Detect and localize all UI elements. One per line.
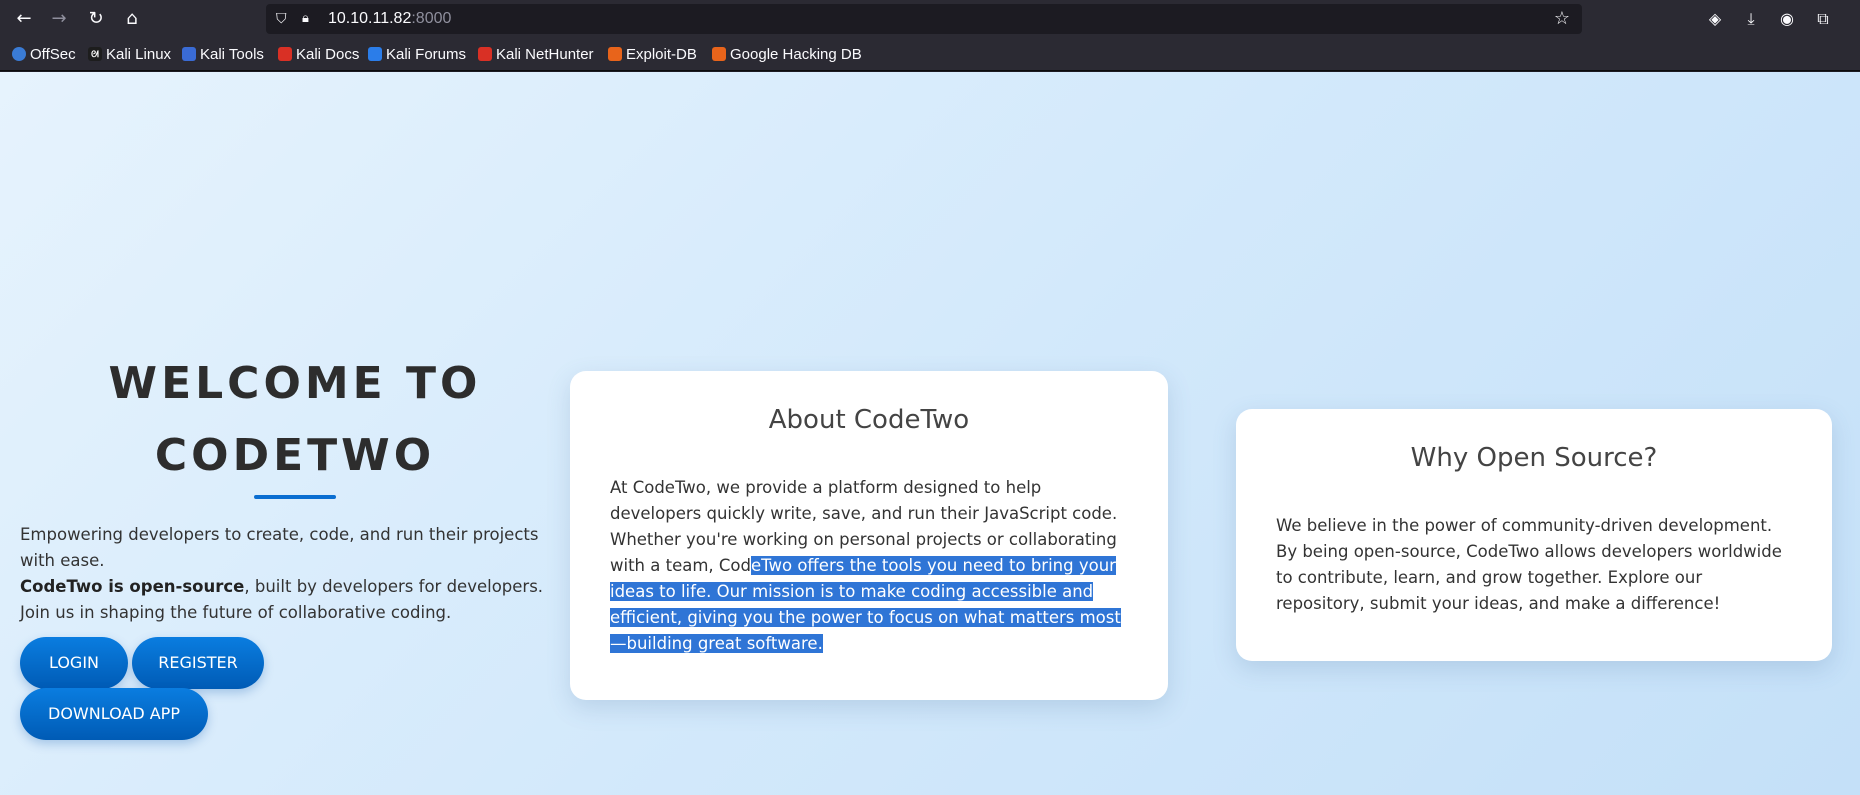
hero-line2: CodeTwo is open-source, built by develop… <box>20 574 576 626</box>
bookmark-star-icon[interactable]: ☆ <box>1554 8 1570 30</box>
bookmark-label: Google Hacking DB <box>730 45 862 63</box>
hero-title-line2: CODETWO <box>154 430 436 481</box>
bookmark-label: Kali Tools <box>200 45 264 63</box>
bookmark-label: Kali Linux <box>106 45 172 63</box>
kali-tools-icon <box>182 47 196 61</box>
hero-title: WELCOME TO CODETWO <box>60 348 530 492</box>
bookmark-kali-docs[interactable]: Kali Docs <box>278 44 359 64</box>
hero-underline <box>254 495 336 499</box>
page-viewport: WELCOME TO CODETWO Empowering developers… <box>0 72 1860 795</box>
exploit-db-icon <box>608 47 622 61</box>
bookmark-label: OffSec <box>30 45 76 63</box>
lock-icon[interactable]: 🔒︎ <box>302 10 316 28</box>
bookmark-label: Exploit-DB <box>626 45 697 63</box>
pocket-icon[interactable]: ◈ <box>1704 8 1726 30</box>
why-title: Why Open Source? <box>1410 443 1658 473</box>
offsec-icon <box>12 47 26 61</box>
account-icon[interactable]: ◉ <box>1776 8 1798 30</box>
bookmark-google-hacking-db[interactable]: Google Hacking DB <box>712 44 862 64</box>
bookmark-exploit-db[interactable]: Exploit-DB <box>608 44 697 64</box>
about-card: About CodeTwo At CodeTwo, we provide a p… <box>570 371 1168 700</box>
bookmark-kali-linux[interactable]: ᘛ Kali Linux <box>88 44 171 64</box>
kali-nethunter-icon <box>478 47 492 61</box>
shield-icon[interactable]: ⛉ <box>276 10 292 28</box>
bookmark-label: Kali NetHunter <box>496 45 594 63</box>
extensions-icon[interactable]: ⧉ <box>1812 8 1834 30</box>
hero-bold-text: CodeTwo is open-source <box>20 577 245 596</box>
about-title: About CodeTwo <box>768 405 970 435</box>
why-open-source-card: Why Open Source? We believe in the power… <box>1236 409 1832 661</box>
bookmark-kali-forums[interactable]: Kali Forums <box>368 44 466 64</box>
kali-dragon-icon: ᘛ <box>88 47 102 61</box>
reload-icon[interactable]: ↻ <box>84 7 108 31</box>
register-button[interactable]: REGISTER <box>132 637 264 689</box>
kali-forums-icon <box>368 47 382 61</box>
bookmarks-bar: OffSec ᘛ Kali Linux Kali Tools Kali Docs… <box>0 38 1860 71</box>
browser-toolbar: ← → ↻ ⌂ ⛉ 🔒︎ 10.10.11.82:8000 ☆ ◈ ⤓ ◉ ⧉ <box>0 0 1860 38</box>
url-bar[interactable]: ⛉ 🔒︎ 10.10.11.82:8000 ☆ <box>266 4 1582 34</box>
bookmark-kali-nethunter[interactable]: Kali NetHunter <box>478 44 594 64</box>
bookmark-label: Kali Docs <box>296 45 360 63</box>
back-icon[interactable]: ← <box>12 7 36 31</box>
download-icon[interactable]: ⤓ <box>1740 8 1762 30</box>
bookmark-offsec[interactable]: OffSec <box>12 44 76 64</box>
hero-line1: Empowering developers to create, code, a… <box>20 525 539 570</box>
download-app-button[interactable]: DOWNLOAD APP <box>20 688 208 740</box>
hero-description: Empowering developers to create, code, a… <box>20 522 576 626</box>
home-icon[interactable]: ⌂ <box>120 7 144 31</box>
login-button[interactable]: LOGIN <box>20 637 128 689</box>
url-text[interactable]: 10.10.11.82:8000 <box>328 9 451 29</box>
forward-icon[interactable]: → <box>47 7 71 31</box>
bookmark-kali-tools[interactable]: Kali Tools <box>182 44 264 64</box>
ghdb-icon <box>712 47 726 61</box>
why-text: We believe in the power of community-dri… <box>1276 516 1782 613</box>
kali-docs-icon <box>278 47 292 61</box>
about-text: At CodeTwo, we provide a platform design… <box>610 475 1136 657</box>
hero-title-line1: WELCOME TO <box>108 358 482 409</box>
bookmark-label: Kali Forums <box>386 45 467 63</box>
